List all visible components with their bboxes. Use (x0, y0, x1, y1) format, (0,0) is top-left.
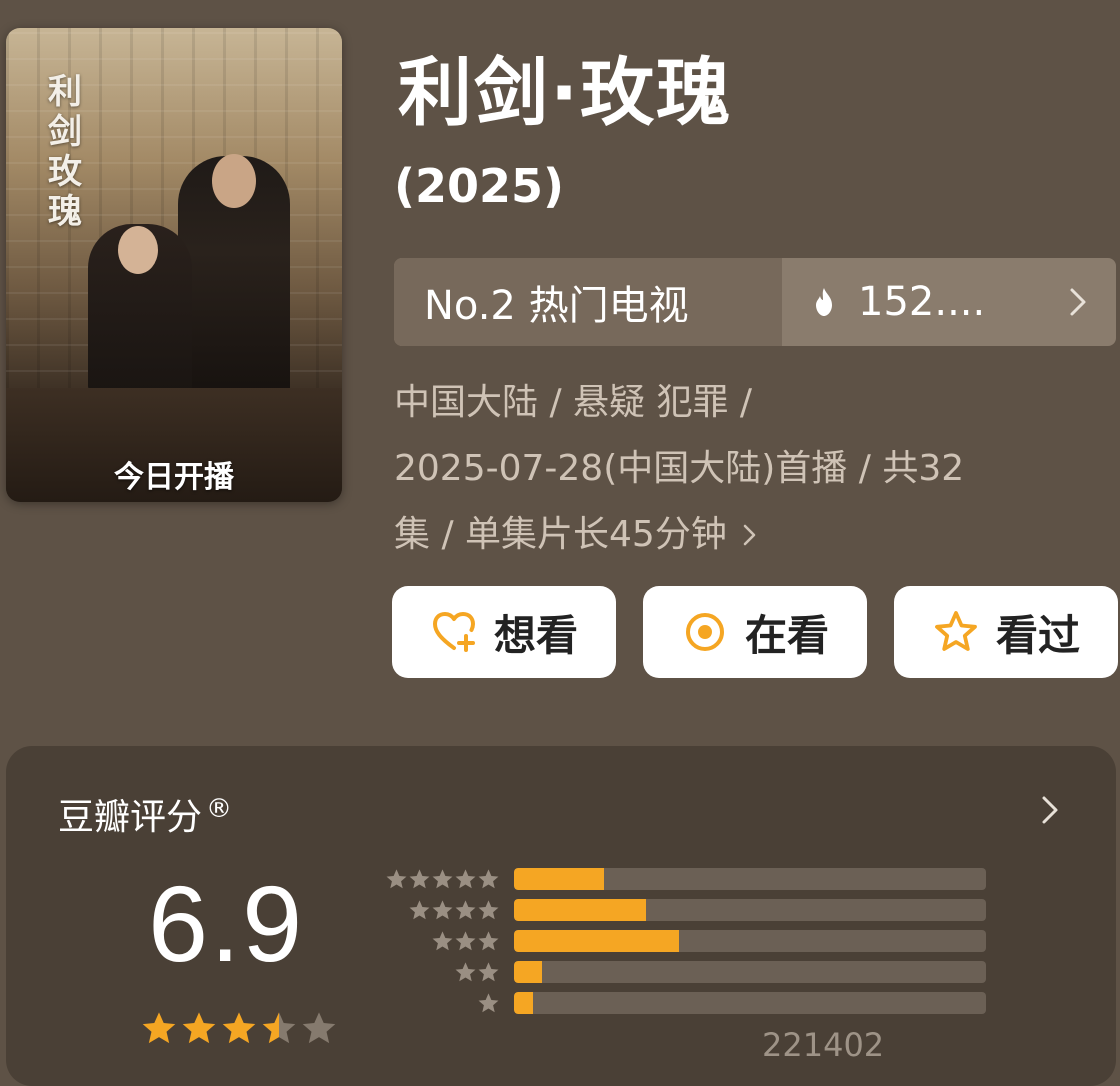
star-filled-icon (182, 1012, 216, 1044)
distribution-bar-fill (514, 961, 543, 983)
star-small-icon (455, 962, 476, 982)
rating-distribution (376, 866, 996, 1021)
distribution-stars (408, 899, 500, 921)
want-to-watch-button[interactable]: 想看 (392, 586, 616, 678)
distribution-bar-track (514, 992, 986, 1014)
distribution-bar-track (514, 868, 986, 890)
star-small-icon (478, 993, 499, 1013)
target-icon (685, 613, 724, 651)
star-filled-icon (142, 1012, 176, 1044)
chevron-right-icon (1070, 288, 1086, 316)
watched-label: 看过 (995, 610, 1080, 660)
meta-region-genre: 中国大陆 / 悬疑 犯罪 / (394, 382, 753, 423)
page-title: 利剑·玫瑰 (398, 50, 733, 136)
star-small-icon (409, 869, 430, 889)
watched-button[interactable]: 看过 (894, 586, 1118, 678)
rating-header-label: 豆瓣评分 (58, 797, 203, 838)
rating-score: 6.9 (148, 863, 305, 984)
star-small-icon (478, 931, 499, 951)
star-small-icon (386, 869, 407, 889)
distribution-stars (431, 930, 500, 952)
distribution-bar-track (514, 899, 986, 921)
distribution-bar-fill (514, 899, 647, 921)
distribution-row (376, 928, 996, 954)
star-small-icon (455, 869, 476, 889)
meta-episodes-wrap: 集 / 单集片长45分钟 (394, 502, 1094, 568)
watching-label: 在看 (744, 610, 829, 660)
star-filled-icon (222, 1012, 256, 1044)
rank-label[interactable]: No.2 热门电视 (394, 258, 782, 346)
distribution-bar-fill (514, 868, 604, 890)
distribution-bar-track (514, 930, 986, 952)
star-outline-icon (935, 611, 977, 651)
distribution-row (376, 959, 996, 985)
rank-bar[interactable]: No.2 热门电视 152.... (394, 258, 1116, 346)
distribution-bar-fill (514, 930, 680, 952)
distribution-bar-fill (514, 992, 533, 1014)
show-meta[interactable]: 中国大陆 / 悬疑 犯罪 / 2025-07-28(中国大陆)首播 / 共32 … (394, 370, 1094, 568)
poster-figure-man (178, 154, 290, 394)
action-buttons: 想看 在看 看过 (392, 586, 1118, 678)
star-small-icon (478, 869, 499, 889)
star-small-icon (432, 900, 453, 920)
heart-plus-icon (432, 612, 475, 652)
star-half-icon (262, 1012, 296, 1044)
release-year: (2025) (394, 159, 565, 213)
distribution-row (376, 897, 996, 923)
want-to-watch-label: 想看 (493, 610, 578, 660)
star-small-icon (432, 931, 453, 951)
distribution-row (376, 990, 996, 1016)
distribution-stars (454, 961, 500, 983)
star-empty-icon (302, 1012, 336, 1044)
chevron-right-icon[interactable] (741, 522, 759, 548)
star-small-icon (455, 931, 476, 951)
heat-indicator[interactable]: 152.... (782, 258, 1116, 346)
poster-image[interactable]: 利剑玫瑰 今日开播 (6, 28, 342, 502)
star-small-icon (409, 900, 430, 920)
vote-count: 221402 (762, 1026, 885, 1064)
distribution-bar-track (514, 961, 986, 983)
chevron-right-icon[interactable] (1038, 792, 1062, 828)
distribution-stars (385, 868, 500, 890)
watching-button[interactable]: 在看 (643, 586, 867, 678)
star-small-icon (432, 869, 453, 889)
meta-premiere: 2025-07-28(中国大陆)首播 / 共32 (394, 448, 965, 489)
poster-figure-woman (88, 224, 192, 392)
poster-badge: 今日开播 (114, 460, 234, 495)
fire-icon (816, 288, 832, 316)
poster-title: 利剑玫瑰 (48, 72, 82, 232)
rating-header: 豆瓣评分 ® (58, 788, 232, 840)
score-stars (140, 1010, 338, 1046)
star-small-icon (478, 962, 499, 982)
distribution-stars (477, 992, 500, 1014)
distribution-row (376, 866, 996, 892)
star-small-icon (455, 900, 476, 920)
meta-episodes: 集 / 单集片长45分钟 (394, 514, 727, 555)
registered-mark: ® (206, 794, 233, 824)
star-small-icon (478, 900, 499, 920)
rating-card[interactable]: 豆瓣评分 ® 6.9 221402 (6, 746, 1116, 1086)
heat-value: 152.... (858, 279, 986, 325)
